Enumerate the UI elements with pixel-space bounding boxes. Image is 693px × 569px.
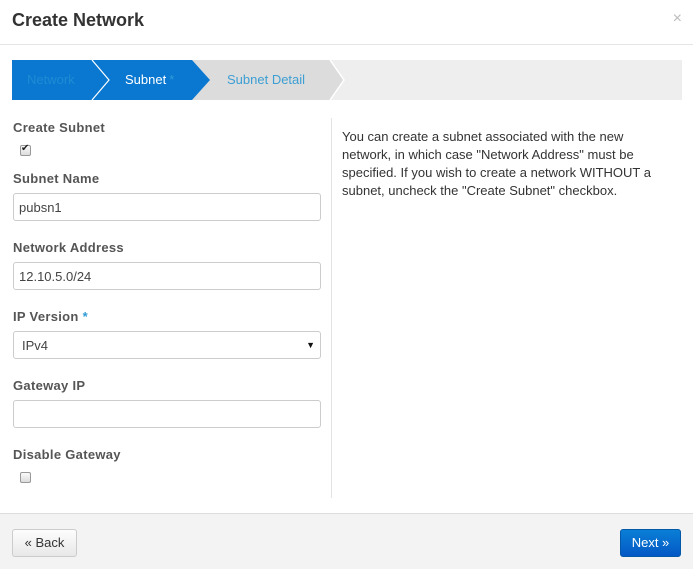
disable-gateway-checkbox[interactable] [20,472,31,483]
create-subnet-checkbox[interactable]: ✔ [20,143,31,156]
ip-version-label-text: IP Version [13,309,79,324]
subnet-name-label: Subnet Name [13,171,100,186]
network-address-input[interactable] [13,262,321,290]
required-marker: * [82,309,88,324]
column-divider [331,118,332,498]
wizard-steps: Subnet Detail Subnet * Network [12,60,682,100]
caret-down-icon: ▼ [306,340,315,350]
help-text: You can create a subnet associated with … [342,129,651,198]
step-label: Subnet * [125,72,174,87]
modal-header: Create Network × [0,0,693,45]
network-address-label: Network Address [13,240,124,255]
ip-version-selected-value: IPv4 [22,338,49,353]
gateway-ip-input[interactable] [13,400,321,428]
ip-version-select[interactable]: IPv4 ▼ [13,331,321,359]
ip-version-label: IP Version * [13,309,88,324]
modal-title: Create Network [12,10,145,30]
subnet-name-input[interactable] [13,193,321,221]
next-button[interactable]: Next » [620,529,681,557]
check-icon: ✔ [21,143,30,154]
required-marker: * [169,72,175,87]
modal-footer: « Back Next » [0,513,693,569]
gateway-ip-label: Gateway IP [13,378,86,393]
wizard-step-network[interactable]: Network [12,60,112,100]
step-label: Network [27,72,75,87]
create-subnet-label: Create Subnet [13,120,106,135]
close-icon[interactable]: × [673,10,682,28]
step-label-text: Subnet [125,72,167,87]
disable-gateway-label: Disable Gateway [13,447,121,462]
back-button[interactable]: « Back [12,529,77,557]
step-label: Subnet Detail [227,72,306,87]
